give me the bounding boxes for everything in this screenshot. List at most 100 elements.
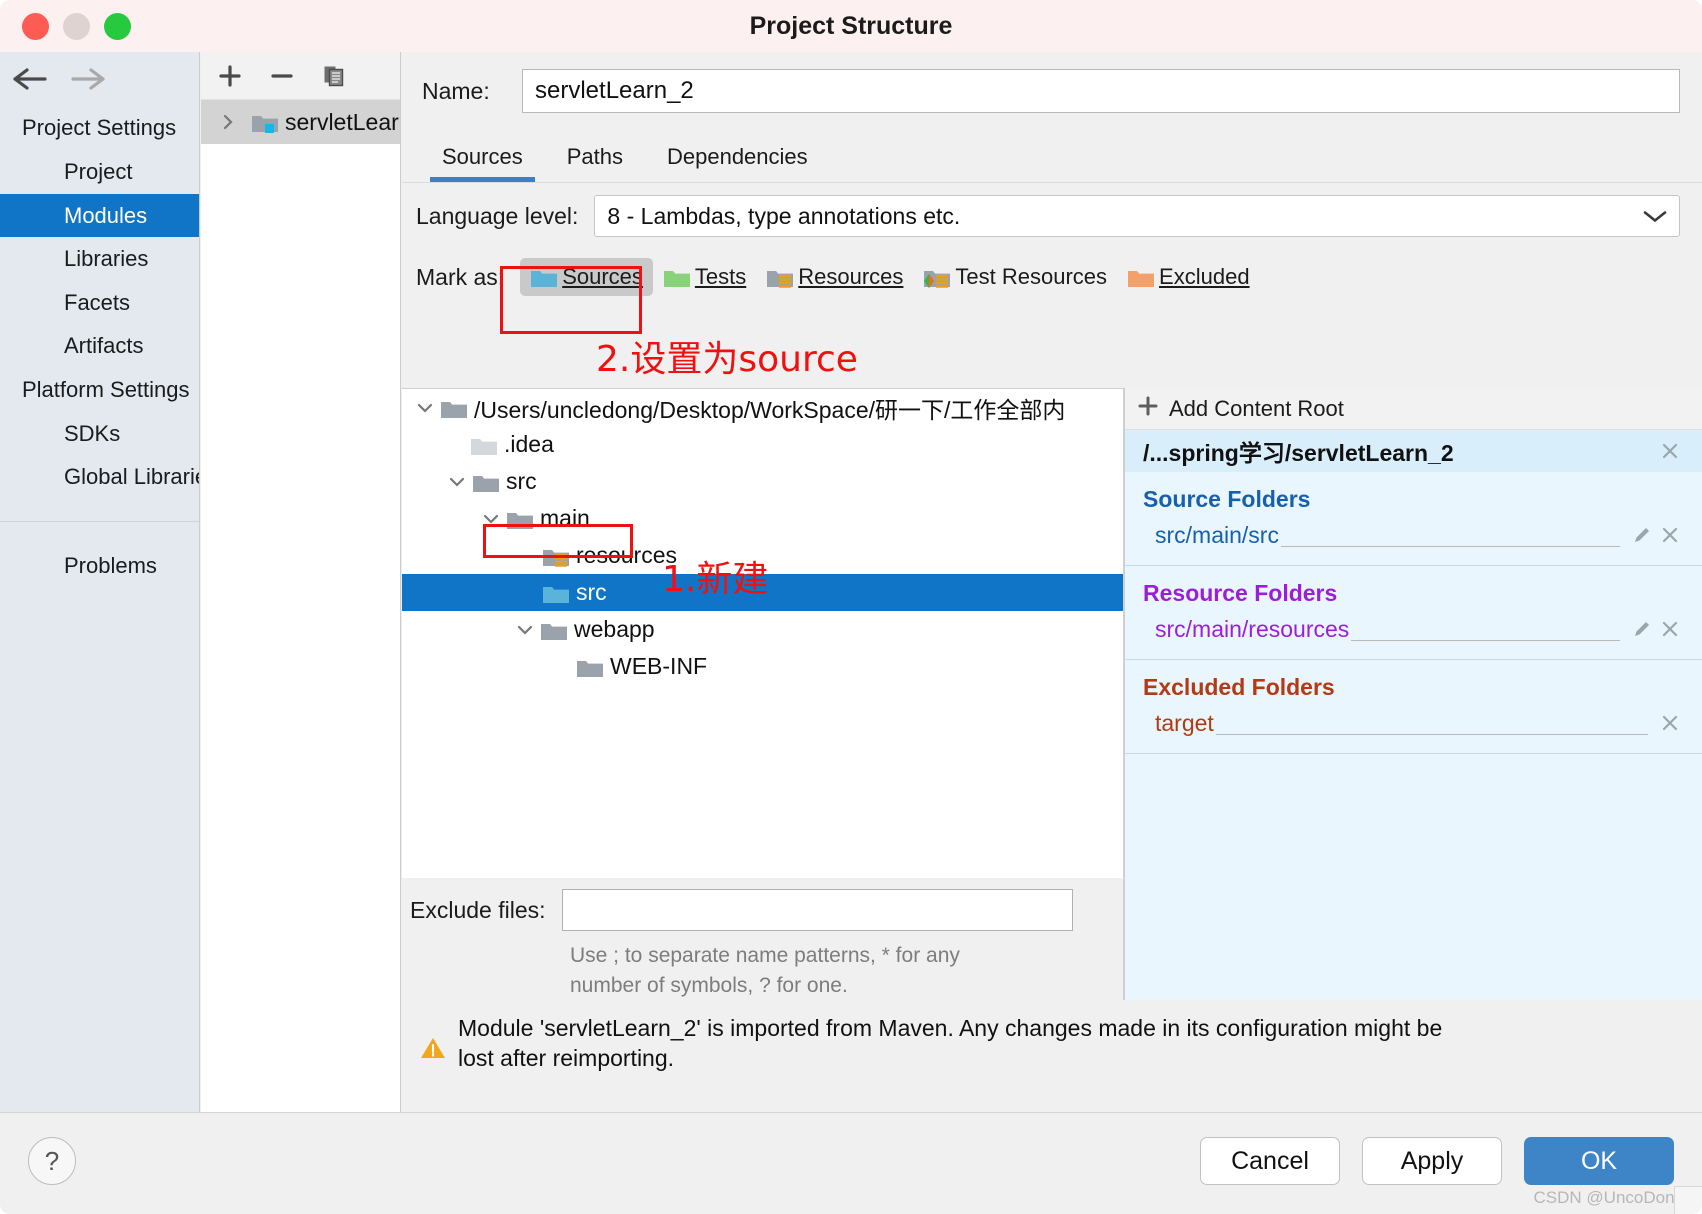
exclude-files-input[interactable] — [561, 889, 1073, 931]
field-underline — [1215, 734, 1648, 735]
warning-triangle-icon — [420, 1036, 446, 1065]
arrow-right-icon[interactable] — [70, 66, 106, 92]
plus-icon — [1137, 395, 1159, 423]
tree-row-selected-src[interactable]: src — [402, 574, 1123, 611]
tree-row-label: main — [540, 505, 590, 531]
exclude-files-hint-line-1: Use ; to separate name patterns, * for a… — [570, 944, 960, 967]
sidebar-item-project[interactable]: Project — [0, 150, 199, 194]
folder-content-root-icon — [440, 398, 467, 418]
maven-warning-line-1: Module 'servletLearn_2' is imported from… — [458, 1015, 1443, 1041]
content-root-tree: /Users/uncledong/Desktop/WorkSpace/研一下/工… — [402, 388, 1124, 878]
minus-icon[interactable] — [269, 63, 295, 89]
excluded-folders-title: Excluded Folders — [1143, 674, 1335, 700]
excluded-folder-item[interactable]: target — [1125, 701, 1702, 745]
folder-resources-icon — [542, 546, 569, 567]
tree-row[interactable]: src — [402, 463, 1123, 500]
chevron-down-icon[interactable] — [1643, 203, 1667, 230]
language-level-select[interactable]: 8 - Lambdas, type annotations etc. — [594, 195, 1680, 237]
exclude-files-hint: Use ; to separate name patterns, * for a… — [402, 941, 1123, 1001]
sidebar-nav-arrows — [0, 52, 199, 106]
sidebar-item-sdks[interactable]: SDKs — [0, 412, 199, 456]
tree-row-label: WEB-INF — [610, 653, 708, 679]
tree-row[interactable]: .idea — [402, 426, 1123, 463]
copy-icon[interactable] — [321, 63, 347, 89]
chevron-down-icon[interactable] — [510, 621, 540, 639]
question-mark-icon: ? — [44, 1145, 60, 1176]
arrow-left-icon[interactable] — [12, 66, 48, 92]
chevron-down-icon[interactable] — [410, 399, 440, 417]
sidebar-item-problems[interactable]: Problems — [0, 544, 199, 588]
sidebar-item-global-libraries[interactable]: Global Libraries — [0, 455, 199, 499]
exclude-files-hint-line-2: number of symbols, ? for one. — [570, 973, 848, 997]
tab-sources[interactable]: Sources — [420, 138, 545, 182]
language-level-label: Language level: — [416, 202, 579, 229]
section-divider — [1125, 753, 1702, 754]
ok-button[interactable]: OK — [1524, 1137, 1674, 1185]
mark-as-excluded-button[interactable]: Excluded — [1117, 258, 1260, 296]
help-button[interactable]: ? — [28, 1137, 76, 1185]
exclude-files-row: Exclude files: — [402, 879, 1123, 941]
mark-as-sources-button[interactable]: Sources — [520, 258, 653, 296]
close-icon[interactable] — [1656, 440, 1684, 462]
add-content-root-label: Add Content Root — [1169, 395, 1344, 421]
mark-as-tests-button[interactable]: Tests — [653, 258, 756, 296]
module-list-toolbar — [201, 52, 400, 100]
module-list-pane: servletLearn_2 — [201, 52, 401, 1112]
resource-folders-title: Resource Folders — [1143, 580, 1338, 606]
tree-row[interactable]: WEB-INF — [402, 648, 1123, 685]
module-name-row: Name: servletLearn_2 — [402, 52, 1702, 130]
tree-row[interactable]: main — [402, 500, 1123, 537]
module-tabs: Sources Paths Dependencies — [402, 130, 1702, 182]
folder-resources-icon — [766, 267, 794, 288]
add-content-root-button[interactable]: Add Content Root — [1125, 388, 1702, 430]
sidebar-item-facets[interactable]: Facets — [0, 281, 199, 325]
excluded-folder-path: target — [1155, 709, 1214, 736]
language-level-value: 8 - Lambdas, type annotations etc. — [607, 202, 961, 229]
field-underline — [1280, 546, 1620, 547]
cancel-button[interactable]: Cancel — [1200, 1137, 1340, 1185]
settings-sidebar: Project Settings Project Modules Librari… — [0, 52, 200, 1112]
chevron-down-icon[interactable] — [476, 510, 506, 528]
content-root-header[interactable]: /...spring学习/servletLearn_2 — [1125, 430, 1702, 472]
folder-sources-icon — [542, 583, 569, 603]
sidebar-item-artifacts[interactable]: Artifacts — [0, 324, 199, 368]
resize-corner[interactable] — [1674, 1186, 1702, 1214]
close-icon[interactable] — [1656, 524, 1684, 546]
tree-row[interactable]: webapp — [402, 611, 1123, 648]
exclude-files-label: Exclude files: — [410, 896, 546, 923]
resource-folder-item[interactable]: src/main/resources — [1125, 607, 1702, 651]
mark-as-tests-label: Tests — [694, 264, 747, 289]
close-icon[interactable] — [1656, 712, 1684, 734]
tree-row-label: resources — [576, 542, 677, 568]
footer-buttons: Cancel Apply OK — [1200, 1137, 1674, 1185]
module-name-label: Name: — [422, 77, 490, 104]
tree-row[interactable]: /Users/uncledong/Desktop/WorkSpace/研一下/工… — [402, 389, 1123, 426]
plus-icon[interactable] — [217, 63, 243, 89]
tab-dependencies[interactable]: Dependencies — [645, 138, 830, 182]
mark-as-excluded-label: Excluded — [1159, 264, 1250, 289]
chevron-right-icon[interactable] — [213, 113, 243, 131]
folder-grey-icon — [506, 509, 533, 529]
watermark: CSDN @UncoDong — [1533, 1188, 1684, 1207]
tree-row[interactable]: resources — [402, 537, 1123, 574]
content-root-path: /...spring学习/servletLearn_2 — [1143, 440, 1454, 466]
sidebar-item-modules[interactable]: Modules — [0, 193, 199, 237]
pencil-icon[interactable] — [1628, 618, 1656, 640]
mark-as-test-resources-button[interactable]: Test Resources — [913, 258, 1117, 296]
module-list-item-label: servletLearn_2 — [285, 108, 400, 135]
chevron-down-icon[interactable] — [442, 473, 472, 491]
pencil-icon[interactable] — [1628, 524, 1656, 546]
resource-folders-section: Resource Folders src/main/resources — [1125, 566, 1702, 660]
module-folder-icon — [251, 112, 278, 133]
close-icon[interactable] — [1656, 618, 1684, 640]
module-list-item-servletlearn2[interactable]: servletLearn_2 — [201, 100, 400, 144]
mark-as-resources-button[interactable]: Resources — [756, 258, 913, 296]
module-name-input[interactable]: servletLearn_2 — [522, 69, 1680, 113]
sidebar-item-libraries[interactable]: Libraries — [0, 237, 199, 281]
folder-sources-icon — [530, 267, 558, 287]
dialog-footer: ? Cancel Apply OK CSDN @UncoDong — [0, 1112, 1702, 1214]
excluded-folders-section: Excluded Folders target — [1125, 660, 1702, 754]
source-folder-item[interactable]: src/main/src — [1125, 513, 1702, 557]
apply-button[interactable]: Apply — [1362, 1137, 1502, 1185]
tab-paths[interactable]: Paths — [545, 138, 645, 182]
